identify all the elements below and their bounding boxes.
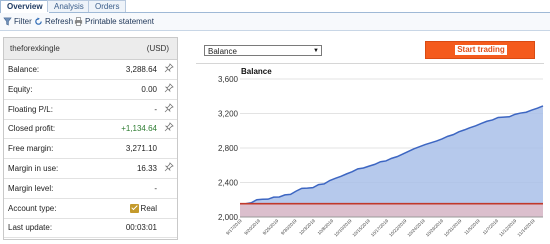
account-row-value: Real	[129, 203, 157, 213]
account-panel: theforexkingle (USD) Balance: 3,288.64 Equ…	[3, 37, 178, 240]
pin-icon[interactable]	[164, 102, 174, 113]
printable-statement-button[interactable]: Printable statement	[74, 16, 154, 27]
account-row: Equity: 0.00	[4, 80, 177, 100]
deposit-area	[240, 203, 543, 217]
account-row-label: Account type:	[8, 203, 57, 213]
refresh-button[interactable]: Refresh	[34, 16, 73, 27]
printer-icon	[74, 17, 83, 26]
account-header: theforexkingle (USD)	[4, 38, 177, 60]
x-tick-label: 11/12/2019	[498, 218, 518, 238]
account-row-value: +1,134.64	[121, 124, 157, 134]
account-name: theforexkingle	[10, 44, 60, 53]
account-currency: (USD)	[146, 44, 169, 53]
x-tick-label: 10/10/2019	[333, 218, 353, 238]
printable-statement-label: Printable statement	[85, 17, 154, 26]
account-row-label: Last update:	[8, 223, 53, 233]
account-row-label: Closed profit:	[8, 124, 56, 134]
y-tick-label: 2,400	[218, 179, 239, 188]
x-tick-label: 9/25/2019	[262, 218, 280, 236]
x-tick-label: 9/20/2019	[243, 218, 261, 236]
account-row: Margin in use: 16.33	[4, 159, 177, 179]
x-tick-label: 9/30/2019	[280, 218, 298, 236]
x-tick-label: 11/5/2019	[463, 218, 481, 236]
tab-analysis[interactable]: Analysis	[47, 0, 91, 12]
x-tick-label: 11/7/2019	[482, 218, 500, 236]
account-row-value: 3,288.64	[125, 65, 157, 74]
y-tick-label: 3,600	[218, 75, 239, 84]
account-row-label: Balance:	[8, 65, 40, 74]
account-row-value: 00:03:01	[125, 223, 157, 233]
checkbox-icon	[129, 203, 139, 213]
filter-icon	[3, 18, 12, 26]
account-row-label: Equity:	[8, 84, 33, 94]
account-row: Margin level: -	[4, 179, 177, 199]
tab-orders[interactable]: Orders	[88, 0, 127, 12]
x-tick-label: 10/8/2019	[317, 218, 335, 236]
refresh-icon	[35, 17, 42, 26]
account-row-value: 16.33	[136, 164, 157, 173]
account-row-label: Free margin:	[8, 144, 54, 154]
account-row-label: Margin in use:	[8, 164, 59, 173]
chart-title: Balance	[241, 67, 272, 76]
account-row: Last update: 00:03:01	[4, 218, 177, 239]
account-row: Balance: 3,288.64	[4, 60, 177, 80]
x-tick-label: 10/15/2019	[351, 218, 371, 238]
pin-icon[interactable]	[164, 162, 174, 172]
account-row-value: 0.00	[141, 84, 157, 94]
pin-icon[interactable]	[164, 63, 174, 73]
pin-icon[interactable]	[164, 83, 174, 93]
y-tick-label: 2,800	[218, 144, 239, 153]
chart-panel: Balance ▼ Start trading Balance 2,000 2,40…	[196, 37, 544, 238]
pin-icon[interactable]	[164, 122, 174, 132]
x-tick-label: 10/29/2019	[425, 218, 445, 238]
x-tick-label: 10/22/2019	[388, 218, 408, 238]
account-row-value: -	[154, 104, 157, 114]
account-row-label: Margin level:	[8, 183, 54, 193]
account-row: Closed profit: +1,134.64	[4, 119, 177, 140]
account-row: Floating P/L: -	[4, 100, 177, 120]
x-tick-label: 10/17/2019	[370, 218, 390, 238]
x-tick-label: 10/3/2019	[298, 218, 316, 236]
filter-label: Filter	[14, 17, 32, 26]
account-row-value: -	[154, 183, 157, 193]
account-row-value: 3,271.10	[125, 144, 157, 154]
account-row: Free margin: 3,271.10	[4, 139, 177, 160]
filter-button[interactable]: Filter	[3, 16, 32, 27]
account-row: Account type: Real	[4, 199, 177, 219]
tab-bar: Overview Analysis Orders	[0, 0, 550, 13]
x-tick-label: 10/31/2019	[443, 218, 463, 238]
x-tick-label: 11/14/2019	[516, 218, 536, 238]
refresh-label: Refresh	[45, 17, 74, 26]
balance-chart: Balance2,0002,4002,8003,2003,6009/17/201…	[218, 67, 544, 238]
toolbar: Filter Refresh Printable statement	[0, 13, 550, 31]
tab-overview[interactable]: Overview	[0, 0, 50, 13]
account-row-label: Floating P/L:	[8, 104, 53, 114]
y-tick-label: 3,200	[218, 110, 239, 119]
x-tick-label: 10/24/2019	[406, 218, 426, 238]
